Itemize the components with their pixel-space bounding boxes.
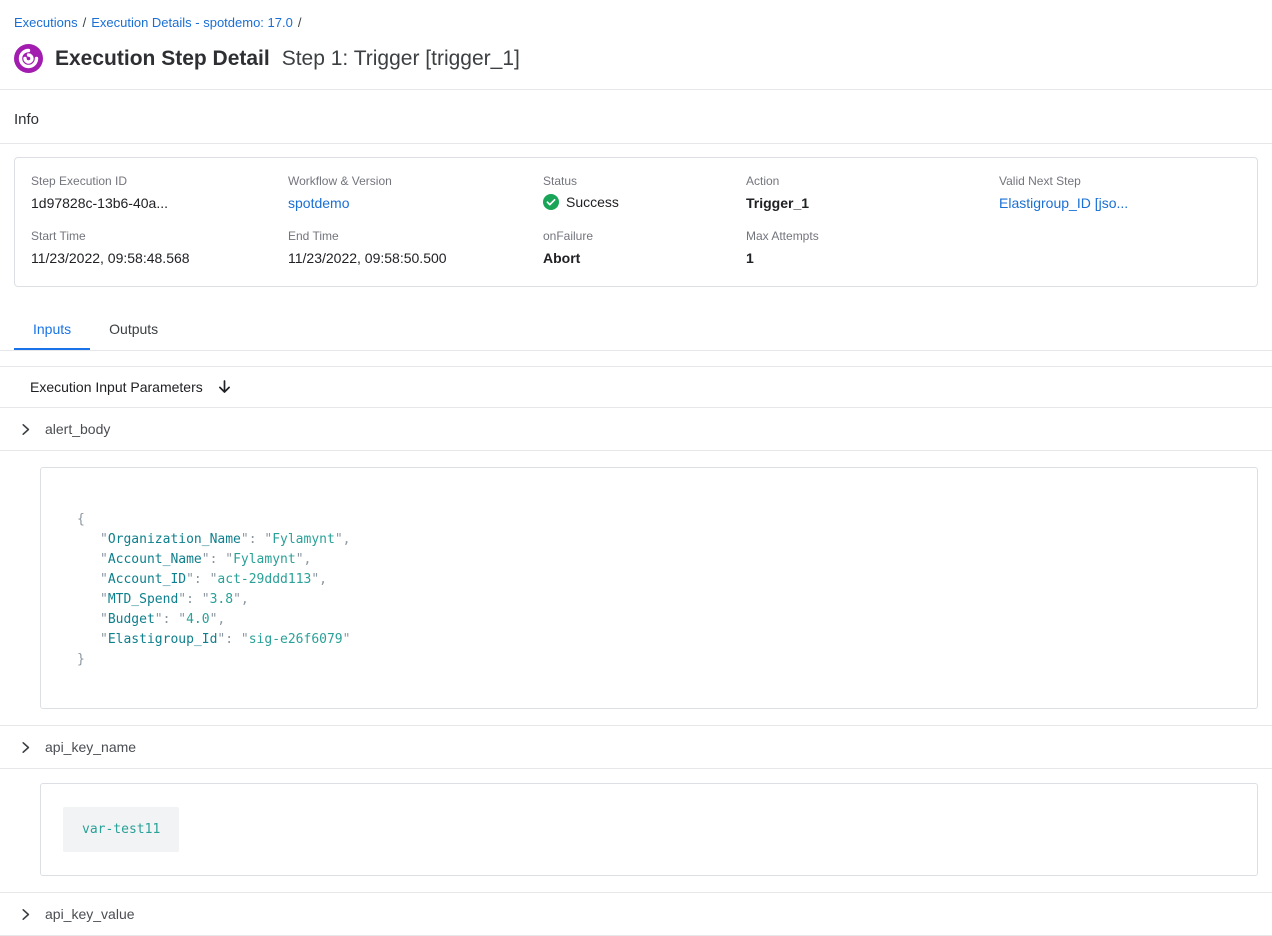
code-line: {: [77, 510, 1221, 530]
info-section-heading: Info: [0, 90, 1272, 143]
field-value: 1: [746, 250, 999, 266]
info-field-max-attempts: Max Attempts 1: [746, 229, 999, 266]
info-field-step-execution-id: Step Execution ID 1d97828c-13b6-40a...: [31, 174, 288, 211]
field-label: End Time: [288, 229, 543, 243]
field-label: Workflow & Version: [288, 174, 543, 188]
info-field-workflow-version: Workflow & Version spotdemo: [288, 174, 543, 211]
breadcrumb-separator: /: [298, 15, 302, 30]
field-value: Abort: [543, 250, 746, 266]
param-name: api_key_value: [45, 906, 135, 922]
breadcrumb-link-executions[interactable]: Executions: [14, 15, 78, 30]
field-value: 11/23/2022, 09:58:48.568: [31, 250, 288, 266]
api-key-name-value-box: var-test11: [40, 783, 1258, 876]
execution-input-parameters-header: Execution Input Parameters: [0, 367, 1272, 407]
divider: [0, 143, 1272, 144]
success-check-icon: [543, 194, 559, 210]
breadcrumb: Executions / Execution Details - spotdemo:…: [0, 0, 1272, 34]
code-line: "Budget": "4.0",: [77, 610, 1221, 630]
info-card: Step Execution ID 1d97828c-13b6-40a... W…: [14, 157, 1258, 287]
tab-inputs[interactable]: Inputs: [14, 311, 90, 350]
page-subtitle: Step 1: Trigger [trigger_1]: [282, 47, 520, 71]
field-value: 1d97828c-13b6-40a...: [31, 195, 288, 211]
code-line: "Elastigroup_Id": "sig-e26f6079": [77, 630, 1221, 650]
info-field-start-time: Start Time 11/23/2022, 09:58:48.568: [31, 229, 288, 266]
tab-outputs[interactable]: Outputs: [90, 311, 177, 350]
param-name: api_key_name: [45, 739, 136, 755]
workflow-link[interactable]: spotdemo: [288, 195, 543, 211]
spacer: [0, 351, 1272, 366]
field-label: Start Time: [31, 229, 288, 243]
api-key-name-value: var-test11: [63, 807, 179, 852]
divider: [0, 450, 1272, 451]
collapse-all-arrow-icon[interactable]: [217, 379, 232, 395]
info-field-status: Status Success: [543, 174, 746, 211]
field-value: Trigger_1: [746, 195, 999, 211]
workflow-logo-icon: [14, 44, 43, 73]
field-label: Step Execution ID: [31, 174, 288, 188]
field-label: Valid Next Step: [999, 174, 1241, 188]
code-line: "Account_Name": "Fylamynt",: [77, 550, 1221, 570]
valid-next-step-link[interactable]: Elastigroup_ID [jso...: [999, 195, 1241, 211]
field-label: Max Attempts: [746, 229, 999, 243]
code-line: }: [77, 650, 1221, 670]
status-text: Success: [566, 194, 619, 210]
param-row-api-key-name[interactable]: api_key_name: [0, 726, 1272, 768]
chevron-right-icon[interactable]: [19, 741, 32, 754]
page-header: Execution Step Detail Step 1: Trigger [t…: [0, 34, 1272, 89]
param-row-alert-body[interactable]: alert_body: [0, 408, 1272, 450]
field-value: 11/23/2022, 09:58:50.500: [288, 250, 543, 266]
code-line: "MTD_Spend": "3.8",: [77, 590, 1221, 610]
field-label: Status: [543, 174, 746, 188]
field-label: onFailure: [543, 229, 746, 243]
code-line: "Account_ID": "act-29ddd113",: [77, 570, 1221, 590]
status-badge: Success: [543, 194, 746, 210]
field-label: Action: [746, 174, 999, 188]
breadcrumb-separator: /: [83, 15, 87, 30]
inputs-outputs-tabs: Inputs Outputs: [0, 311, 1272, 351]
breadcrumb-link-execution-details[interactable]: Execution Details - spotdemo: 17.0: [91, 15, 293, 30]
info-field-end-time: End Time 11/23/2022, 09:58:50.500: [288, 229, 543, 266]
code-line: "Organization_Name": "Fylamynt",: [77, 530, 1221, 550]
info-field-action: Action Trigger_1: [746, 174, 999, 211]
param-name: alert_body: [45, 421, 110, 437]
info-field-valid-next-step: Valid Next Step Elastigroup_ID [jso...: [999, 174, 1241, 211]
json-code: {"Organization_Name": "Fylamynt","Accoun…: [40, 467, 1258, 709]
info-field-onfailure: onFailure Abort: [543, 229, 746, 266]
execution-step-detail-page: Executions / Execution Details - spotdemo:…: [0, 0, 1272, 936]
chevron-right-icon[interactable]: [19, 423, 32, 436]
page-title: Execution Step Detail: [55, 47, 270, 71]
divider: [0, 768, 1272, 769]
param-row-api-key-value[interactable]: api_key_value: [0, 893, 1272, 935]
params-header-label: Execution Input Parameters: [30, 379, 203, 395]
